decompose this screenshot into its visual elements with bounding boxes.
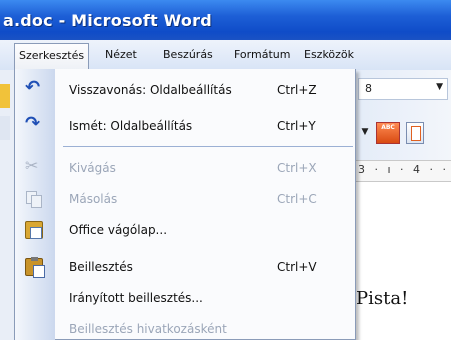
ruler: 3 · ı · 4 · · <box>356 160 451 182</box>
edit-menu-dropdown: Visszavonás: Oldalbeállítás Ctrl+Z Ismét… <box>14 69 356 340</box>
new-document-icon <box>0 84 10 108</box>
scissors-icon <box>25 156 43 177</box>
font-size-value: 8 <box>365 82 372 95</box>
menu-item-label: Beillesztés <box>69 260 133 274</box>
menu-item-cut[interactable]: Kivágás Ctrl+X <box>15 153 355 183</box>
paste-icon <box>25 257 45 278</box>
menu-item-label: Visszavonás: Oldalbeállítás <box>69 83 232 97</box>
menu-format[interactable]: Formátum <box>234 48 290 61</box>
open-icon <box>0 116 10 140</box>
menu-item-label: Kivágás <box>69 161 116 175</box>
menu-item-label: Ismét: Oldalbeállítás <box>69 119 193 133</box>
page-icon[interactable] <box>406 122 424 144</box>
menu-view[interactable]: Nézet <box>105 48 137 61</box>
font-size-combo[interactable]: 8 ▼ <box>358 78 448 100</box>
spelling-button[interactable]: ABC <box>376 122 400 144</box>
menu-item-shortcut: Ctrl+X <box>277 161 317 175</box>
menu-item-label: Másolás <box>69 192 118 206</box>
menu-item-label: Irányított beillesztés... <box>69 291 203 305</box>
menu-item-copy[interactable]: Másolás Ctrl+C <box>15 184 355 214</box>
menu-edit[interactable]: Szerkesztés <box>14 43 90 70</box>
clipboard-icon <box>25 221 43 239</box>
document-area[interactable] <box>356 182 451 340</box>
menu-item-shortcut: Ctrl+V <box>277 260 317 274</box>
menu-item-paste-special[interactable]: Irányított beillesztés... <box>15 283 355 313</box>
menu-item-label: Beillesztés hivatkozásként <box>69 322 227 336</box>
menu-item-shortcut: Ctrl+Z <box>277 83 317 97</box>
menu-item-office-clipboard[interactable]: Office vágólap... <box>15 215 355 245</box>
chevron-down-icon: ▼ <box>436 82 443 92</box>
document-text: Pista! <box>356 288 409 309</box>
menu-item-label: Office vágólap... <box>69 223 168 237</box>
menu-item-paste-as-hyperlink[interactable]: Beillesztés hivatkozásként <box>15 314 355 340</box>
menu-item-paste[interactable]: Beillesztés Ctrl+V <box>15 252 355 282</box>
window-title: a.doc - Microsoft Word <box>0 0 451 40</box>
menu-item-undo[interactable]: Visszavonás: Oldalbeállítás Ctrl+Z <box>15 75 355 105</box>
menu-item-shortcut: Ctrl+C <box>277 192 317 206</box>
menu-tools[interactable]: Eszközök <box>304 48 354 61</box>
menu-separator <box>63 146 353 147</box>
menu-item-shortcut: Ctrl+Y <box>277 119 316 133</box>
redo-icon <box>25 113 43 135</box>
undo-icon <box>25 77 43 99</box>
menu-item-redo[interactable]: Ismét: Oldalbeállítás Ctrl+Y <box>15 111 355 141</box>
copy-icon <box>25 190 43 208</box>
menu-bar: Szerkesztés Nézet Beszúrás Formátum Eszk… <box>0 40 451 70</box>
menu-insert[interactable]: Beszúrás <box>163 48 213 61</box>
spelling-icon: ABC <box>381 124 395 131</box>
toolbar-dropdown-button[interactable]: ▼ <box>358 122 372 144</box>
left-toolbar-strip <box>0 70 14 340</box>
